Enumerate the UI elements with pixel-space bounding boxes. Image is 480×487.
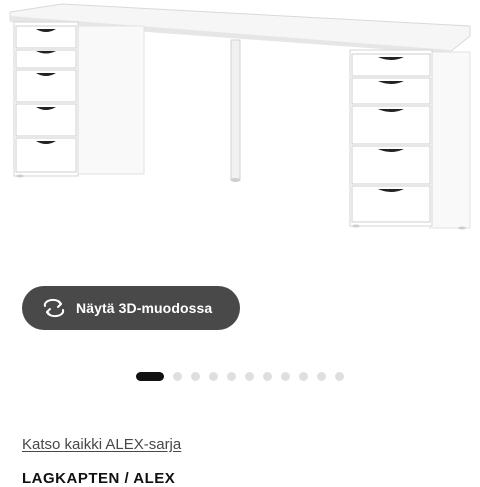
carousel-dot[interactable] [227,371,236,381]
view-3d-button[interactable]: Näytä 3D-muodossa [22,286,240,330]
product-image[interactable] [0,0,480,280]
right-drawer-unit-side [429,51,471,229]
view-3d-label: Näytä 3D-muodossa [76,300,213,316]
carousel-dot[interactable] [245,371,254,381]
carousel-dot[interactable] [299,371,308,381]
left-drawer-unit-side [77,25,145,175]
carousel-dot[interactable] [335,371,344,381]
carousel-dot[interactable] [263,371,272,381]
carousel-dot-active[interactable] [136,371,164,381]
carousel-dot[interactable] [173,371,182,381]
carousel-dot[interactable] [209,371,218,381]
carousel-dot[interactable] [281,371,290,381]
product-name: LAGKAPTEN / ALEX [22,470,176,487]
carousel-dots [136,371,353,381]
series-link[interactable]: Katso kaikki ALEX-sarja [22,436,181,453]
carousel-dot[interactable] [191,371,200,381]
left-drawers [15,25,77,173]
rotate-3d-icon [42,296,66,320]
carousel-dot[interactable] [317,371,326,381]
right-drawers [351,53,431,223]
desk-leg [230,39,241,181]
